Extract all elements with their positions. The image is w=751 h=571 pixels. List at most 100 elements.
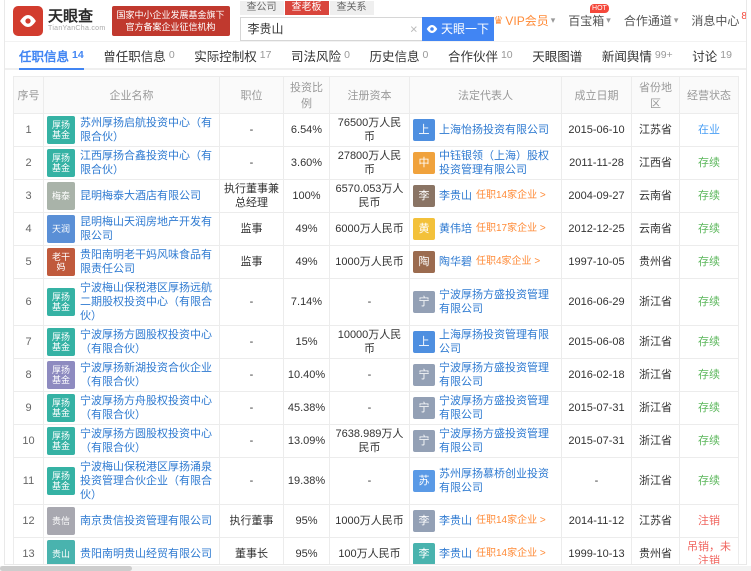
status-cell: 存续 [680,147,739,180]
treasure-label: 百宝箱 [568,12,604,29]
tab-graph[interactable]: 天眼图谱 [532,42,582,70]
established-date-cell: 2015-07-31 [562,392,632,425]
message-center-link[interactable]: 消息中心 83 [691,12,747,29]
legal-rep-link[interactable]: 宁波厚扬方盛投资管理有限公司 [439,288,558,316]
capital-cell: 6570.053万人民币 [330,180,410,213]
capital-cell: - [330,279,410,326]
legal-rep-avatar: 上 [413,119,435,141]
legal-rep-link[interactable]: 宁波厚扬方盛投资管理有限公司 [439,361,558,389]
legal-rep-link[interactable]: 李贵山 [439,189,472,203]
legal-rep-link[interactable]: 上海厚扬投资管理有限公司 [439,328,558,356]
company-name-link[interactable]: 昆明梅山天润房地产开发有限公司 [80,215,216,243]
tab-discussion[interactable]: 讨论19 [692,42,732,70]
legal-rep-cell: 李李贵山任职14家企业 > [410,505,562,538]
chevron-down-icon: ▾ [674,15,679,26]
logo-domain: TianYanCha.com [48,25,106,32]
company-logo: 厚扬基金 [47,394,75,422]
vip-member-link[interactable]: ♛ VIP会员 ▾ [494,12,556,29]
legal-rep-avatar: 李 [413,185,435,207]
tab-count: 10 [501,49,513,61]
company-cell: 老干妈贵阳南明老干妈风味食品有限责任公司 [44,246,220,279]
related-companies-link[interactable]: 任职4家企业 > [476,255,540,269]
company-name-link[interactable]: 宁波厚扬方舟股权投资中心（有限合伙） [80,394,216,422]
company-logo: 厚扬基金 [47,288,75,316]
message-count-badge: 83 [741,11,747,22]
company-name-link[interactable]: 宁波厚扬方圆股权投资中心（有限合伙） [80,328,216,356]
legal-rep-link[interactable]: 李贵山 [439,547,472,561]
cooperation-link[interactable]: 合作通道 ▾ [624,12,679,29]
search-input[interactable] [241,18,422,40]
company-name-link[interactable]: 昆明梅泰大酒店有限公司 [80,189,201,203]
legal-rep-link[interactable]: 苏州厚扬慕桥创业投资有限公司 [439,467,558,495]
tab-former-positions[interactable]: 曾任职信息0 [103,42,174,70]
table-row: 3梅泰昆明梅泰大酒店有限公司执行董事兼总经理100%6570.053万人民币李李… [14,180,739,213]
company-cell: 厚扬基金宁波梅山保税港区厚扬涌泉投资管理合伙企业（有限合伙） [44,458,220,505]
company-name-link[interactable]: 宁波厚扬新湖投资合伙企业（有限合伙） [80,361,216,389]
related-companies-link[interactable]: 任职14家企业 > [476,514,546,528]
company-name-link[interactable]: 贵阳南明老干妈风味食品有限责任公司 [80,248,216,276]
tab-label: 新闻舆情 [602,46,652,65]
tab-history-info[interactable]: 历史信息0 [370,42,429,70]
related-companies-link[interactable]: 任职17家企业 > [476,222,546,236]
company-cell: 贵信南京贵信投资管理有限公司 [44,505,220,538]
company-name-link[interactable]: 贵阳南明贵山经贸有限公司 [80,547,212,561]
tab-judicial-risk[interactable]: 司法风险0 [291,42,350,70]
table-header-row: 序号企业名称职位投资比例注册资本法定代表人成立日期省份地区经营状态 [14,77,739,114]
row-index-cell: 9 [14,392,44,425]
legal-rep-link[interactable]: 宁波厚扬方盛投资管理有限公司 [439,394,558,422]
official-slogan-badge: 国家中小企业发展基金旗下 官方备案企业征信机构 [112,6,230,36]
horizontal-scrollbar-thumb[interactable] [0,566,132,571]
legal-rep-cell: 宁宁波厚扬方盛投资管理有限公司 [410,392,562,425]
search-tab-boss[interactable]: 查老板 [285,1,329,15]
capital-cell: 100万人民币 [330,538,410,566]
tab-actual-control[interactable]: 实际控制权17 [194,42,271,70]
table-row: 9厚扬基金宁波厚扬方舟股权投资中心（有限合伙）-45.38%-宁宁波厚扬方盛投资… [14,392,739,425]
capital-cell: 7638.989万人民币 [330,425,410,458]
legal-rep-link[interactable]: 上海怡扬投资有限公司 [439,123,549,137]
tab-news[interactable]: 新闻舆情99+ [602,42,673,70]
search-button[interactable]: 天眼一下 [422,17,494,41]
legal-rep-cell: 宁宁波厚扬方盛投资管理有限公司 [410,279,562,326]
legal-rep-link[interactable]: 陶华碧 [439,255,472,269]
province-cell: 江西省 [632,147,680,180]
company-name-link[interactable]: 宁波梅山保税港区厚扬远航二期股权投资中心（有限合伙） [80,281,216,323]
company-cell: 贵山贵阳南明贵山经贸有限公司 [44,538,220,566]
province-cell: 浙江省 [632,458,680,505]
search-tab-relation[interactable]: 查关系 [330,1,374,15]
treasure-box-link[interactable]: HOT 百宝箱 ▾ [568,12,611,29]
results-table-body: 1厚扬基金苏州厚扬启航投资中心（有限合伙）-6.54%76500万人民币上上海怡… [14,114,739,566]
tab-count: 99+ [655,49,673,61]
legal-rep-link[interactable]: 中钰银领（上海）股权投资管理有限公司 [439,149,558,177]
ratio-cell: 7.14% [284,279,330,326]
position-cell: - [220,392,284,425]
province-cell: 云南省 [632,180,680,213]
province-cell: 贵州省 [632,538,680,566]
company-name-link[interactable]: 宁波梅山保税港区厚扬涌泉投资管理合伙企业（有限合伙） [80,460,216,502]
row-index-cell: 4 [14,213,44,246]
position-cell: - [220,326,284,359]
search-eye-icon [426,24,438,34]
tab-partners[interactable]: 合作伙伴10 [448,42,513,70]
company-name-link[interactable]: 宁波厚扬方圆股权投资中心（有限合伙） [80,427,216,455]
tab-positions[interactable]: 任职信息14 [19,42,84,70]
row-index-cell: 11 [14,458,44,505]
related-companies-link[interactable]: 任职14家企业 > [476,547,546,561]
clear-icon[interactable]: × [410,22,418,35]
legal-rep-cell: 宁宁波厚扬方盛投资管理有限公司 [410,359,562,392]
position-cell: 监事 [220,246,284,279]
legal-rep-link[interactable]: 黄伟培 [439,222,472,236]
legal-rep-link[interactable]: 宁波厚扬方盛投资管理有限公司 [439,427,558,455]
tab-count: 19 [720,49,732,61]
legal-rep-cell: 上上海厚扬投资管理有限公司 [410,326,562,359]
tianyancha-logo[interactable]: 天眼查 TianYanCha.com 国家中小企业发展基金旗下 官方备案企业征信… [13,6,230,36]
company-name-link[interactable]: 南京贵信投资管理有限公司 [80,514,212,528]
company-name-link[interactable]: 江西厚扬合鑫投资中心（有限合伙） [80,149,216,177]
legal-rep-cell: 陶陶华碧任职4家企业 > [410,246,562,279]
search-tab-company[interactable]: 查公司 [240,1,284,15]
legal-rep-link[interactable]: 李贵山 [439,514,472,528]
related-companies-link[interactable]: 任职14家企业 > [476,189,546,203]
province-cell: 浙江省 [632,326,680,359]
company-name-link[interactable]: 苏州厚扬启航投资中心（有限合伙） [80,116,216,144]
hot-badge: HOT [590,4,609,13]
tab-label: 司法风险 [291,46,341,65]
